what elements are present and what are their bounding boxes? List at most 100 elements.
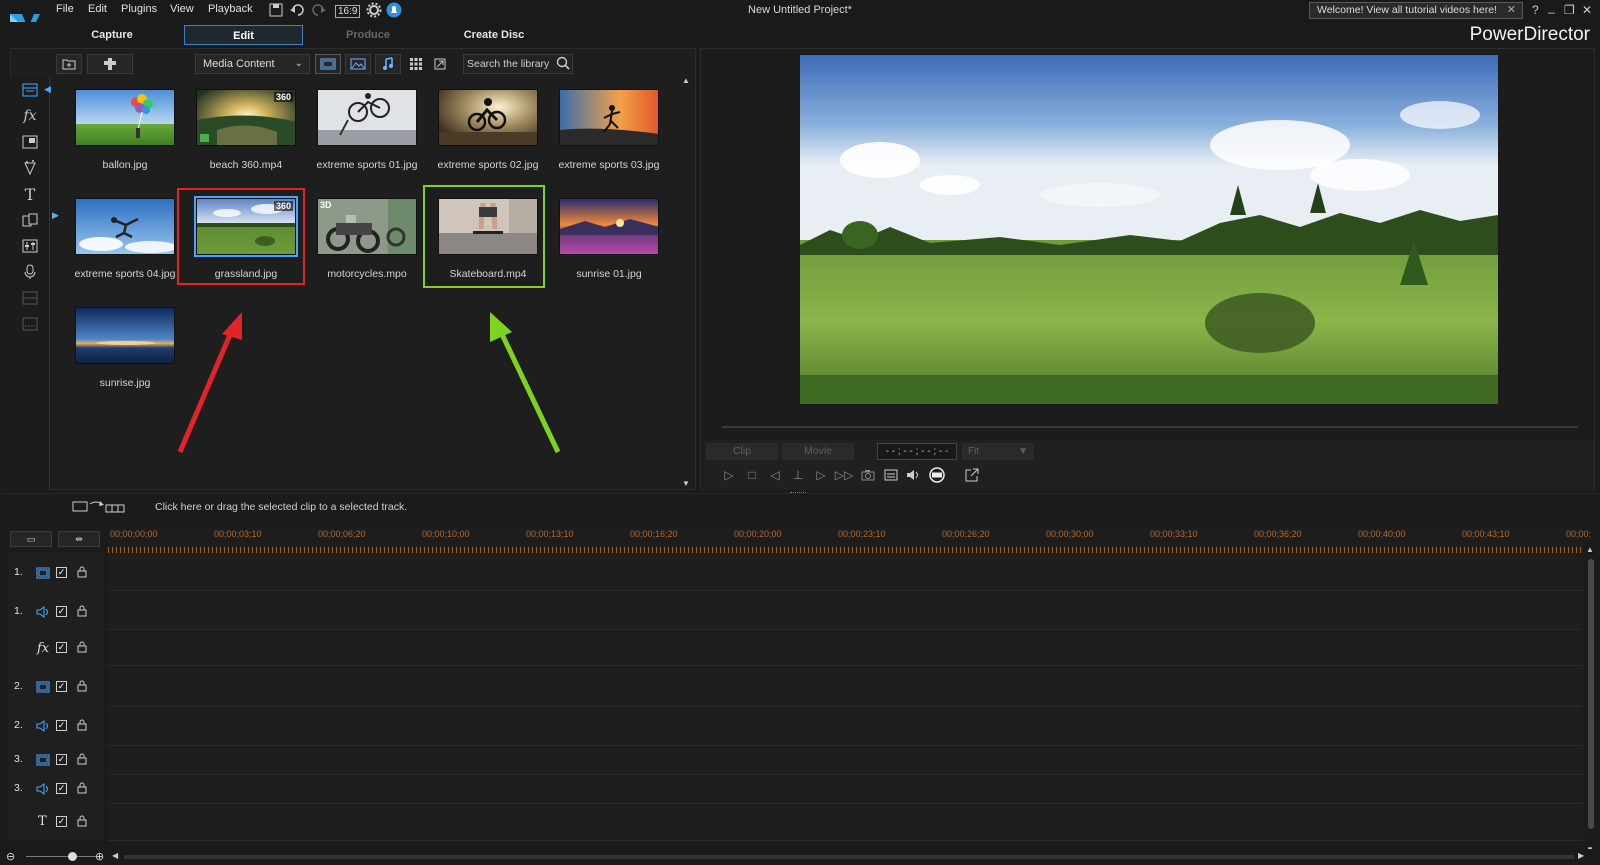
scroll-thumb[interactable] — [1588, 559, 1594, 829]
timeline-vertical-scrollbar[interactable]: ▲ ▼ — [1586, 545, 1596, 854]
clip-mode-tab[interactable]: Clip — [706, 443, 778, 460]
settings-gear-icon[interactable] — [366, 2, 382, 18]
track-manager-button[interactable]: ▭ — [10, 531, 52, 547]
fast-forward-icon[interactable]: ▷▷ — [835, 467, 853, 483]
track-enable-checkbox[interactable]: ✓ — [56, 816, 67, 827]
redo-icon[interactable] — [311, 2, 327, 18]
zoom-slider-track[interactable] — [26, 856, 98, 857]
play-icon[interactable]: ▷ — [721, 467, 737, 483]
chapter-room-icon[interactable] — [20, 288, 40, 308]
close-banner-icon[interactable]: ✕ — [1507, 3, 1516, 18]
lock-icon[interactable] — [76, 753, 88, 765]
particle-room-icon[interactable] — [20, 158, 40, 178]
filter-audio-button[interactable] — [375, 54, 401, 74]
snapshot-camera-icon[interactable] — [860, 467, 876, 483]
scroll-up-icon[interactable]: ▲ — [682, 76, 690, 85]
track-enable-checkbox[interactable]: ✓ — [56, 783, 67, 794]
media-item-extreme-sports-01[interactable]: extreme sports 01.jpg — [307, 78, 427, 178]
tab-produce[interactable]: Produce — [318, 25, 418, 45]
split-icon[interactable]: ⊥ — [790, 467, 806, 483]
media-item-ballon[interactable]: ballon.jpg — [65, 78, 185, 178]
undock-preview-icon[interactable] — [964, 467, 980, 483]
track-lane-audio-2[interactable] — [108, 708, 1583, 746]
scroll-down-icon[interactable]: ▼ — [682, 479, 690, 488]
track-lane-video-1[interactable] — [108, 553, 1583, 591]
tab-create-disc[interactable]: Create Disc — [444, 25, 544, 45]
filter-image-button[interactable] — [345, 54, 371, 74]
track-lane-audio-1[interactable] — [108, 592, 1583, 630]
media-item-beach-360[interactable]: 360 beach 360.mp4 — [186, 78, 306, 178]
insert-clip-button[interactable] — [72, 499, 128, 513]
lock-icon[interactable] — [76, 680, 88, 692]
menu-file[interactable]: File — [56, 3, 74, 15]
lock-icon[interactable] — [76, 605, 88, 617]
menu-edit[interactable]: Edit — [88, 3, 107, 15]
track-enable-checkbox[interactable]: ✓ — [56, 567, 67, 578]
voice-over-room-icon[interactable] — [20, 262, 40, 282]
expand-library-icon[interactable] — [431, 54, 449, 74]
lock-icon[interactable] — [76, 782, 88, 794]
close-window-button[interactable]: ✕ — [1582, 3, 1592, 17]
track-enable-checkbox[interactable]: ✓ — [56, 681, 67, 692]
track-enable-checkbox[interactable]: ✓ — [56, 606, 67, 617]
search-icon[interactable] — [556, 56, 570, 70]
media-item-motorcycles[interactable]: 3D motorcycles.mpo — [307, 187, 427, 287]
tab-edit[interactable]: Edit — [184, 25, 303, 45]
media-item-extreme-sports-02[interactable]: extreme sports 02.jpg — [428, 78, 548, 178]
tab-capture[interactable]: Capture — [62, 25, 162, 45]
library-scrollbar[interactable]: ▲ ▼ — [680, 76, 692, 488]
scroll-up-icon[interactable]: ▲ — [1586, 545, 1594, 554]
restore-button[interactable]: ❐ — [1564, 3, 1575, 17]
timecode-display[interactable]: - - ; - - ; - - ; - - — [877, 443, 957, 460]
track-lane-audio-3[interactable] — [108, 776, 1583, 804]
media-item-extreme-sports-03[interactable]: extreme sports 03.jpg — [549, 78, 669, 178]
help-button[interactable]: ? — [1532, 3, 1539, 17]
stop-icon[interactable]: □ — [744, 467, 760, 483]
horizontal-scroll-track[interactable] — [124, 855, 1574, 859]
movie-mode-tab[interactable]: Movie — [782, 443, 854, 460]
transition-room-icon[interactable] — [20, 210, 40, 230]
media-item-sunrise[interactable]: sunrise.jpg — [65, 296, 185, 396]
track-enable-checkbox[interactable]: ✓ — [56, 754, 67, 765]
fit-timeline-button[interactable]: ⇹ — [58, 531, 100, 547]
subtitle-room-icon[interactable] — [20, 314, 40, 334]
scroll-left-icon[interactable]: ◀ — [112, 851, 118, 860]
next-frame-icon[interactable]: ▷ — [813, 467, 829, 483]
audio-mixing-room-icon[interactable] — [20, 236, 40, 256]
menu-playback[interactable]: Playback — [208, 3, 253, 15]
notification-icon[interactable] — [386, 2, 402, 18]
aspect-ratio-selector[interactable]: 16:9 — [335, 5, 361, 18]
fx-room-icon[interactable]: fx — [20, 106, 40, 126]
scroll-right-icon[interactable]: ▶ — [1578, 851, 1584, 860]
previous-frame-icon[interactable]: ◁ — [767, 467, 783, 483]
lock-icon[interactable] — [76, 719, 88, 731]
menu-view[interactable]: View — [170, 3, 194, 15]
welcome-tutorial-banner[interactable]: Welcome! View all tutorial videos here! … — [1309, 2, 1523, 19]
hint-text[interactable]: Click here or drag the selected clip to … — [155, 501, 407, 513]
zoom-fit-select[interactable]: Fit ▼ — [962, 443, 1034, 460]
media-item-extreme-sports-04[interactable]: extreme sports 04.jpg — [65, 187, 185, 287]
lock-icon[interactable] — [76, 566, 88, 578]
plugins-button[interactable] — [87, 54, 133, 74]
zoom-out-icon[interactable]: ⊖ — [6, 850, 15, 863]
subtitle-icon[interactable] — [883, 467, 899, 483]
media-room-icon[interactable] — [20, 80, 40, 100]
zoom-slider-handle[interactable] — [68, 852, 77, 861]
360-view-icon[interactable] — [928, 467, 946, 483]
save-icon[interactable] — [268, 2, 284, 18]
preview-seek-bar[interactable] — [722, 426, 1578, 428]
track-enable-checkbox[interactable]: ✓ — [56, 642, 67, 653]
grid-view-icon[interactable] — [407, 54, 425, 74]
undo-icon[interactable] — [289, 2, 305, 18]
zoom-in-icon[interactable]: ⊕ — [95, 850, 104, 863]
media-content-select[interactable]: Media Content ⌄ — [195, 54, 310, 74]
minimize-button[interactable]: _ — [1548, 0, 1555, 14]
track-lane-title[interactable] — [108, 805, 1583, 841]
lock-icon[interactable] — [76, 815, 88, 827]
filter-video-button[interactable] — [315, 54, 341, 74]
track-lane-video-2[interactable] — [108, 667, 1583, 707]
lock-icon[interactable] — [76, 641, 88, 653]
media-item-sunrise-01[interactable]: sunrise 01.jpg — [549, 187, 669, 287]
import-media-button[interactable] — [56, 54, 82, 74]
title-room-icon[interactable]: T — [20, 184, 40, 204]
